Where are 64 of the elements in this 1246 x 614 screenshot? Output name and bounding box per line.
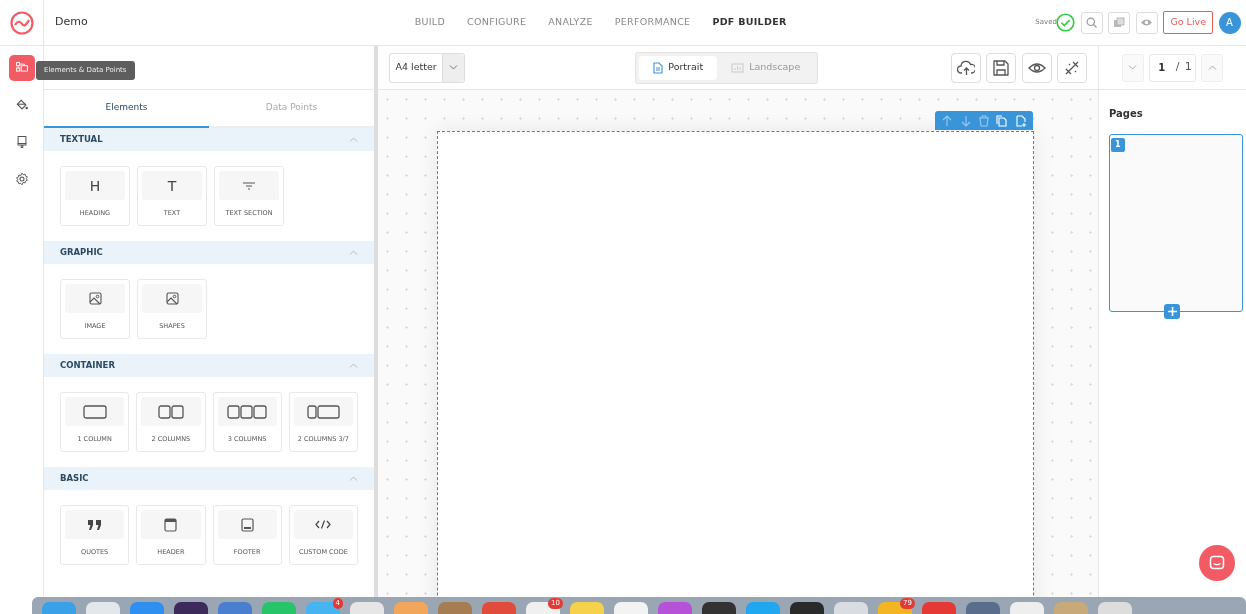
page-number: 1 <box>1111 138 1125 152</box>
columns-layout-icon <box>306 404 340 419</box>
chat-icon <box>1209 555 1225 571</box>
trash-icon[interactable] <box>977 114 990 127</box>
glyph-icon: T <box>167 178 177 193</box>
document-icon <box>653 61 664 74</box>
section-title: CONTAINER <box>60 359 115 372</box>
nav-tab[interactable]: BUILD <box>403 15 457 30</box>
save-icon <box>992 58 1010 77</box>
next-page-button[interactable] <box>1121 53 1144 82</box>
chevron-down-icon <box>449 65 459 70</box>
orientation-toggle[interactable]: Portrait <box>639 55 718 80</box>
section-header[interactable]: GRAPHIC <box>44 241 374 264</box>
add-page-icon[interactable] <box>1014 114 1027 127</box>
rail-button[interactable] <box>8 54 35 81</box>
chevron-down-icon <box>1128 65 1138 70</box>
page-separator: / <box>1175 59 1180 76</box>
nav-tab[interactable]: PERFORMANCE <box>603 15 702 30</box>
section-title: TEXTUAL <box>60 133 103 146</box>
nav-tab[interactable]: PDF BUILDER <box>701 15 798 30</box>
arrow-up-icon[interactable] <box>941 114 954 127</box>
check-icon <box>1056 13 1076 32</box>
upload-button[interactable] <box>950 52 981 83</box>
section-header[interactable]: CONTAINER <box>44 354 374 377</box>
page-total: 1 <box>1184 59 1192 76</box>
save-button[interactable] <box>986 52 1016 83</box>
landscape-document-icon <box>731 62 745 73</box>
eye-icon <box>1140 18 1154 27</box>
filter-icon <box>243 181 255 190</box>
pages-title: Pages <box>1108 107 1144 121</box>
image-icon <box>88 292 102 305</box>
logo-icon <box>8 9 35 36</box>
glyph-icon: H <box>89 178 101 193</box>
upload-cloud-icon <box>956 58 975 77</box>
code-icon <box>315 520 332 529</box>
chevron-up-icon <box>1207 65 1217 70</box>
preview-button[interactable] <box>1021 52 1052 83</box>
go-live-button[interactable]: Go Live <box>1163 11 1213 34</box>
plus-icon <box>1167 307 1177 316</box>
search-button[interactable] <box>1080 11 1103 34</box>
copy-button[interactable] <box>1108 11 1131 34</box>
nav-tab[interactable]: CONFIGURE <box>456 15 538 30</box>
quotes-icon <box>87 518 103 531</box>
chat-button[interactable] <box>1199 545 1235 581</box>
previous-page-button[interactable] <box>1201 53 1224 82</box>
section-title: GRAPHIC <box>60 246 103 259</box>
copy-icon <box>1113 17 1126 28</box>
columns-layout-icon <box>227 404 268 419</box>
column-layout-icon <box>82 404 107 419</box>
columns-layout-icon <box>157 404 184 419</box>
arrow-down-icon[interactable] <box>959 114 972 127</box>
page-size-select[interactable]: A4 letter <box>389 52 466 83</box>
magic-button[interactable] <box>1057 52 1087 83</box>
section-header[interactable]: TEXTUAL <box>44 128 374 151</box>
image-icon <box>165 292 179 305</box>
nav-tab[interactable]: ANALYZE <box>537 15 604 30</box>
section-title: BASIC <box>60 472 89 485</box>
footer-layout-icon <box>240 517 254 532</box>
app-name: Demo <box>55 14 88 31</box>
search-icon <box>1086 17 1098 28</box>
header-layout-icon <box>164 517 178 532</box>
copy-icon[interactable] <box>996 114 1009 127</box>
add-page-button[interactable] <box>1164 304 1180 319</box>
section-header[interactable]: BASIC <box>44 467 374 490</box>
